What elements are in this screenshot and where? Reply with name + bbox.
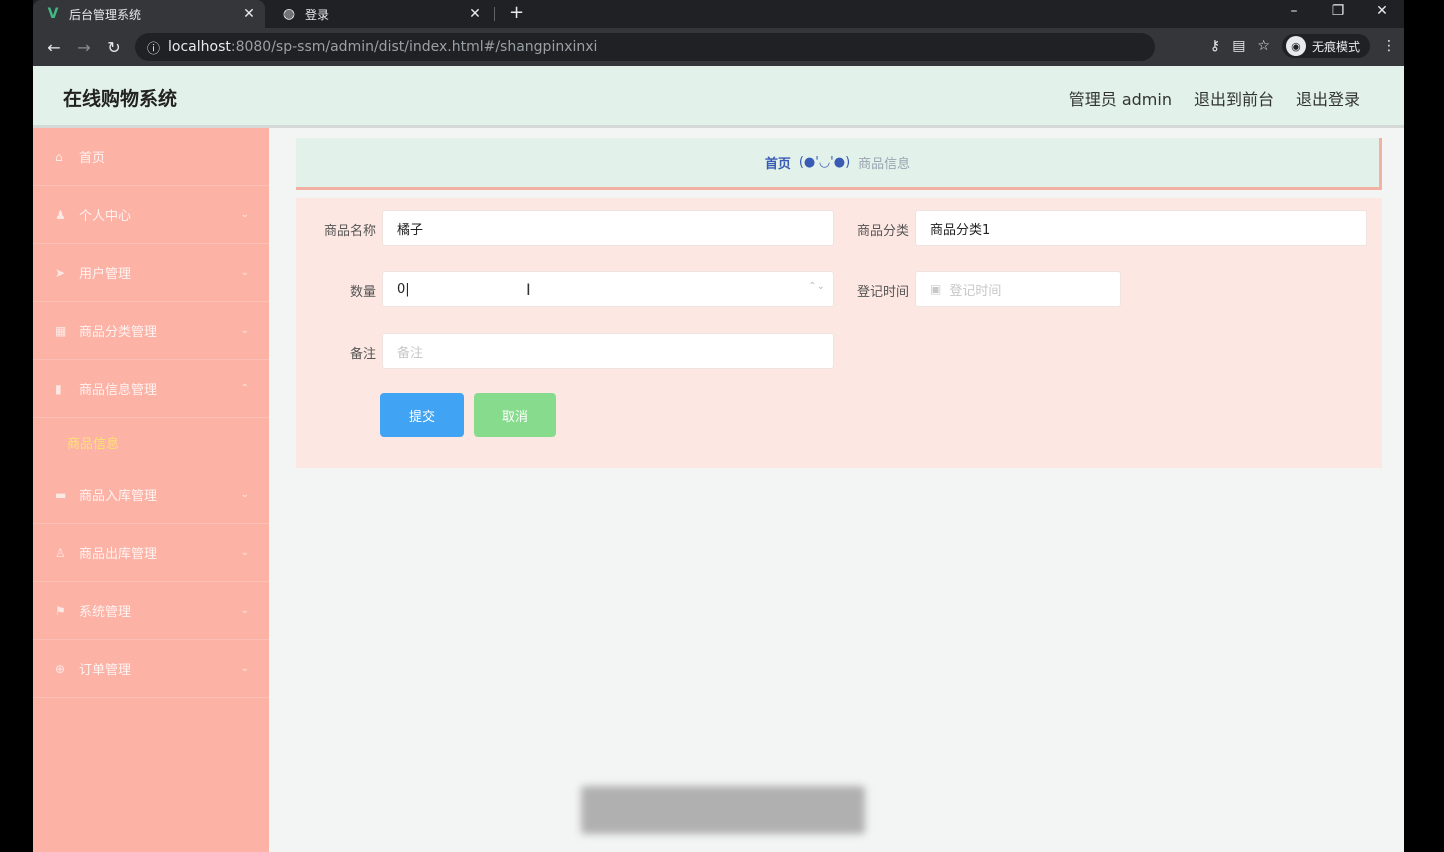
sidebar-item-stock-in[interactable]: ▬ 商品入库管理 ⌄ [33,466,269,524]
incognito-icon: ◉ [1285,36,1306,56]
submit-button[interactable]: 提交 [380,393,464,437]
sidebar-item-stock-out[interactable]: ♙ 商品出库管理 ⌄ [33,524,269,582]
url-host: localhost [168,39,231,55]
chevron-down-icon: ⌄ [240,267,249,278]
flag-icon: ⚑ [55,603,66,618]
chevron-down-icon: ⌄ [240,325,249,336]
screen: V 后台管理系统 ✕ ◍ 登录 ✕ + – ❐ ✕ ← → ↻ ⓘ localh… [0,0,1444,852]
category-label: 商品分类 [856,224,909,239]
tab-title: 登录 [305,7,330,22]
tab-title: 后台管理系统 [69,7,142,22]
key-icon[interactable]: ⚷ [1210,38,1220,54]
forward-icon[interactable]: → [69,38,99,57]
user-icon: ♟ [55,207,66,222]
incognito-label: 无痕模式 [1311,39,1360,54]
cart-icon: ⊕ [55,661,66,676]
chevron-down-icon: ⌄ [240,605,249,616]
close-tab-icon[interactable]: ✕ [465,6,485,22]
chevron-down-icon: ⌄ [240,209,249,220]
qty-input[interactable]: 0 | ⌃⌄ [382,271,834,307]
sidebar-item-home[interactable]: ⌂ 首页 [33,128,269,186]
address-bar[interactable]: ⓘ localhost:8080/sp-ssm/admin/dist/index… [135,33,1155,61]
sidebar-item-label: 首页 [79,151,106,166]
chevron-down-icon: ⌄ [240,489,249,500]
remark-input[interactable]: 备注 [382,333,834,369]
name-input-value: 橘子 [397,222,424,238]
category-select-value: 商品分类1 [930,222,991,238]
sidebar-item-profile[interactable]: ♟ 个人中心 ⌄ [33,186,269,244]
sidebar-subitem-goods-info[interactable]: 商品信息 [33,418,269,466]
app-header: 在线购物系统 管理员 admin 退出到前台 退出登录 [33,66,1404,128]
sidebar-item-category[interactable]: ▦ 商品分类管理 ⌄ [33,302,269,360]
star-icon[interactable]: ☆ [1257,38,1270,54]
date-picker[interactable]: ▣ 登记时间 [915,271,1121,307]
info-icon[interactable]: ⓘ [147,38,160,57]
new-tab-button[interactable]: + [509,2,524,23]
more-icon[interactable]: ⋮ [1382,38,1396,54]
globe-icon: ◍ [282,6,296,22]
toolbar-right: ⚷ ▤ ☆ ◉ 无痕模式 ⋮ [1210,34,1396,58]
reload-icon[interactable]: ↻ [99,38,129,57]
app-root: 在线购物系统 管理员 admin 退出到前台 退出登录 ⌂ 首页 ♟ 个人中心 … [33,66,1404,852]
sidebar-item-system[interactable]: ⚑ 系统管理 ⌄ [33,582,269,640]
goods-form: 商品名称 橘子 商品分类 商品分类1 数量 0 | ⌃⌄ I 登记时间 ▣ 登记… [296,198,1382,468]
send-icon: ➤ [55,265,66,280]
sidebar-item-users[interactable]: ➤ 用户管理 ⌄ [33,244,269,302]
sidebar-item-goods[interactable]: ▮ 商品信息管理 ⌃ [33,360,269,418]
breadcrumb-separator: (●'◡'●) [798,155,851,170]
sidebar-item-orders[interactable]: ⊕ 订单管理 ⌄ [33,640,269,698]
browser-tab-inactive[interactable]: ◍ 登录 ✕ [269,0,491,28]
chevron-up-icon: ⌃ [240,383,249,394]
book-icon: ▮ [55,381,62,396]
translate-icon[interactable]: ▤ [1232,38,1245,54]
url-path: :8080/sp-ssm/admin/dist/index.html#/shan… [230,39,598,55]
name-input[interactable]: 橘子 [382,210,834,246]
date-label: 登记时间 [856,285,909,300]
front-exit-link[interactable]: 退出到前台 [1194,86,1274,110]
tab-separator [494,7,495,21]
date-placeholder: 登记时间 [949,283,1002,299]
minimize-icon[interactable]: – [1272,0,1316,28]
restore-icon[interactable]: ❐ [1316,0,1360,28]
admin-user-link[interactable]: 管理员 admin [1069,86,1172,110]
person-icon: ♙ [55,545,66,560]
stepper-icon[interactable]: ⌃⌄ [808,281,825,292]
remark-label: 备注 [349,347,376,362]
browser-toolbar: ← → ↻ ⓘ localhost:8080/sp-ssm/admin/dist… [33,28,1404,66]
grid-icon: ▦ [55,323,67,338]
breadcrumb-current: 商品信息 [858,157,911,172]
text-cursor-icon: I [526,280,531,299]
header-links: 管理员 admin 退出到前台 退出登录 [1069,86,1360,110]
main-content: 首页 (●'◡'●) 商品信息 商品名称 橘子 商品分类 商品分类1 数量 0 | [269,128,1404,852]
calendar-icon: ▣ [930,282,942,296]
browser-tab-active[interactable]: V 后台管理系统 ✕ [33,0,265,28]
vue-logo-icon: V [47,6,59,22]
name-label: 商品名称 [323,224,376,239]
cancel-button[interactable]: 取消 [474,393,556,437]
box-icon: ▬ [55,487,67,502]
logout-link[interactable]: 退出登录 [1296,86,1360,110]
remark-placeholder: 备注 [397,345,424,361]
window-controls: – ❐ ✕ [1272,0,1404,28]
breadcrumb-home[interactable]: 首页 [765,153,791,172]
qty-label: 数量 [349,285,376,300]
category-select[interactable]: 商品分类1 [915,210,1367,246]
breadcrumb: 首页 (●'◡'●) 商品信息 [296,138,1382,190]
browser-tabbar: V 后台管理系统 ✕ ◍ 登录 ✕ + – ❐ ✕ [33,0,1404,28]
close-tab-icon[interactable]: ✕ [239,6,259,22]
qty-input-value: 0 [397,281,406,297]
window-close-icon[interactable]: ✕ [1360,0,1404,28]
home-icon: ⌂ [55,149,63,164]
chevron-down-icon: ⌄ [240,547,249,558]
brand-title: 在线购物系统 [63,88,178,110]
blurred-overlay [581,786,865,834]
incognito-badge[interactable]: ◉ 无痕模式 [1281,34,1370,58]
chevron-down-icon: ⌄ [240,663,249,674]
back-icon[interactable]: ← [39,38,69,57]
sidebar: ⌂ 首页 ♟ 个人中心 ⌄ ➤ 用户管理 ⌄ ▦ 商品分类管理 ⌄ ▮ 商品信息… [33,128,269,852]
